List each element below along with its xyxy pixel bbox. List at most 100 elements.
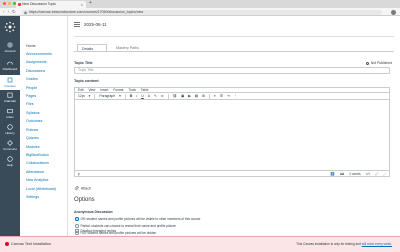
- gnav-inbox[interactable]: Inbox: [0, 108, 20, 119]
- course-nav-new-analytics[interactable]: New Analytics: [26, 178, 48, 182]
- course-nav-files[interactable]: Files: [26, 102, 34, 106]
- course-nav-bigbluebutton[interactable]: BigBlueButton: [26, 153, 49, 157]
- close-window-icon[interactable]: [3, 2, 6, 5]
- gnav-help-label: Help: [6, 163, 14, 167]
- inbox-icon: [7, 109, 13, 114]
- minimize-window-icon[interactable]: [8, 2, 11, 5]
- align-icon[interactable]: ≡: [214, 94, 216, 98]
- profile-avatar[interactable]: [391, 9, 396, 15]
- course-nav-settings[interactable]: Settings: [26, 195, 39, 199]
- gnav-commons[interactable]: Commons: [0, 140, 20, 151]
- back-icon[interactable]: ‹: [3, 9, 5, 15]
- course-nav-grades[interactable]: Grades: [26, 77, 38, 81]
- banner-message-text: This Canvas installation is only for tes…: [296, 242, 361, 246]
- course-nav-syllabus[interactable]: Syllabus: [26, 111, 40, 115]
- reload-icon[interactable]: ↻: [12, 9, 16, 15]
- link-icon[interactable]: ⛓: [173, 94, 177, 98]
- history-icon: [7, 124, 13, 130]
- anonymous-off-radio[interactable]: Off: student names and profile pictures …: [75, 217, 200, 221]
- hamburger-menu-icon[interactable]: [74, 22, 80, 27]
- commons-icon: [7, 140, 13, 146]
- course-nav-home[interactable]: Home: [26, 44, 36, 48]
- html-editor-toggle[interactable]: </>: [366, 172, 371, 176]
- options-heading: Options: [74, 197, 95, 203]
- text-color-icon[interactable]: A: [148, 94, 150, 98]
- canvas-favicon-icon: [18, 3, 21, 6]
- header-divider: [74, 36, 394, 37]
- unpublished-icon: [365, 61, 369, 65]
- forward-icon[interactable]: ›: [8, 9, 10, 15]
- anonymous-partial-radio[interactable]: Partial: students can choose to reveal t…: [75, 224, 176, 228]
- toolbar-divider: [94, 93, 96, 99]
- attach-button[interactable]: Attach: [74, 186, 91, 191]
- new-tab-button[interactable]: +: [89, 0, 92, 6]
- resize-handle-icon[interactable]: ⋰: [383, 172, 386, 176]
- gnav-history-label: History: [5, 131, 15, 135]
- attach-label: Attach: [80, 186, 92, 191]
- course-nav-collaborations[interactable]: Collaborations: [26, 161, 49, 165]
- gnav-dashboard-label: Dashboard: [2, 67, 18, 71]
- topic-title-input[interactable]: Topic Title: [74, 67, 390, 74]
- anonymous-discussion-label: Anonymous Discussion: [74, 210, 113, 214]
- browser-tab-title: New Discussion Topic: [22, 2, 56, 6]
- rich-content-editor[interactable]: [74, 100, 390, 170]
- test-installation-banner: Canvas Test Installation This Canvas ins…: [0, 236, 400, 252]
- topic-content-label: Topic content: [74, 79, 99, 83]
- canvas-logo-icon[interactable]: [4, 21, 16, 33]
- apps-icon[interactable]: ⊞: [202, 94, 205, 98]
- course-nav-quizzes[interactable]: Quizzes: [26, 136, 39, 140]
- gnav-courses[interactable]: Courses: [0, 75, 20, 90]
- radio-icon: [75, 224, 79, 228]
- gnav-calendar[interactable]: Calendar: [0, 92, 20, 103]
- threaded-replies-label: Disallow threaded replies: [80, 229, 117, 233]
- browser-tab[interactable]: New Discussion Topic ×: [16, 1, 86, 8]
- anonymous-off-label: Off: student names and profile pictures …: [80, 217, 201, 221]
- fullscreen-icon[interactable]: ⤢: [375, 172, 378, 176]
- not-published-text: Not Published: [370, 61, 392, 65]
- block-format-select[interactable]: Paragraph: [99, 94, 115, 98]
- underline-icon[interactable]: U: [141, 94, 143, 98]
- document-icon[interactable]: ▤: [195, 94, 198, 98]
- highlight-icon[interactable]: ✎: [154, 94, 157, 98]
- italic-icon[interactable]: I: [136, 94, 137, 98]
- indent-icon[interactable]: ⇥: [227, 94, 230, 98]
- course-nav-modules[interactable]: Modules: [26, 145, 40, 149]
- record-media-icon[interactable]: ▶: [188, 94, 191, 98]
- window-controls[interactable]: [3, 2, 16, 5]
- list-icon[interactable]: ☰: [220, 94, 223, 98]
- gnav-account[interactable]: Account: [0, 42, 20, 53]
- gnav-dashboard[interactable]: Dashboard: [0, 60, 20, 71]
- topic-title-label: Topic Title: [74, 61, 93, 65]
- word-count: 0 words: [349, 172, 361, 176]
- threaded-replies-checkbox[interactable]: Disallow threaded replies: [75, 229, 116, 233]
- course-nav-lucid[interactable]: Lucid (Whiteboard): [26, 187, 56, 191]
- bold-icon[interactable]: B: [130, 94, 132, 98]
- image-icon[interactable]: ▣: [181, 94, 184, 98]
- gnav-courses-label: Courses: [4, 84, 16, 88]
- accessibility-icon[interactable]: ♿: [331, 172, 335, 176]
- more-options-icon[interactable]: ⋮: [234, 94, 237, 98]
- course-nav-rubrics[interactable]: Rubrics: [26, 128, 38, 132]
- checkbox-icon: [75, 229, 79, 233]
- course-nav-outcomes[interactable]: Outcomes: [26, 119, 42, 123]
- url-field[interactable]: https://canvas-beta.instructure.com/cour…: [22, 9, 382, 15]
- course-nav-pages[interactable]: Pages: [26, 94, 36, 98]
- toolbar-divider: [167, 93, 169, 99]
- banner-title: Canvas Test Installation: [5, 242, 51, 246]
- banner-message: This Canvas installation is only for tes…: [296, 242, 392, 246]
- font-size-select[interactable]: 12pt: [78, 94, 85, 98]
- anonymous-partial-label: Partial: students can choose to reveal t…: [80, 224, 176, 228]
- editor-toolbar: 12pt ▾ Paragraph ▾ B I U A ✎ x² ⛓ ▣ ▶ ▤ …: [74, 92, 390, 100]
- superscript-icon[interactable]: x²: [161, 94, 164, 98]
- keyboard-icon[interactable]: ⌨: [340, 172, 345, 176]
- banner-reset-link[interactable]: will reset every week.: [362, 242, 392, 246]
- tab-close-icon[interactable]: ×: [81, 1, 83, 8]
- course-nav-assignments[interactable]: Assignments: [26, 60, 47, 64]
- course-nav-attendance[interactable]: Attendance: [26, 170, 44, 174]
- gnav-history[interactable]: History: [0, 124, 20, 135]
- course-nav-announcements[interactable]: Announcements: [26, 52, 52, 56]
- gnav-help[interactable]: Help: [0, 156, 20, 167]
- gnav-calendar-label: Calendar: [3, 99, 17, 103]
- course-nav-discussions[interactable]: Discussions: [26, 69, 45, 73]
- course-nav-people[interactable]: People: [26, 86, 37, 90]
